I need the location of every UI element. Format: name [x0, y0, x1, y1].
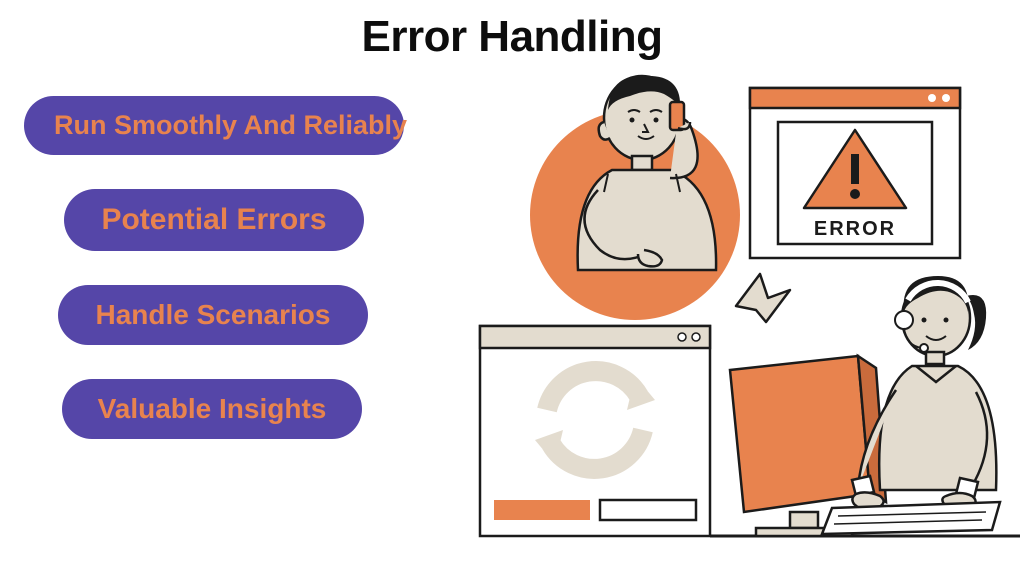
page-title: Error Handling — [0, 12, 1024, 62]
person-support-agent — [710, 276, 1020, 536]
pills-list: Run Smoothly And Reliably Potential Erro… — [24, 96, 404, 439]
refresh-window — [480, 326, 710, 536]
error-window: ERROR — [750, 88, 960, 258]
keyboard-icon — [822, 502, 1000, 534]
pill-handle-scenarios: Handle Scenarios — [58, 285, 368, 345]
cursor-pointer-icon — [736, 274, 790, 322]
pill-valuable-insights: Valuable Insights — [62, 379, 362, 439]
illustration: ERROR — [460, 70, 1020, 560]
pill-potential-errors: Potential Errors — [64, 189, 364, 251]
pill-run-smoothly: Run Smoothly And Reliably — [24, 96, 404, 155]
error-label: ERROR — [814, 218, 896, 240]
